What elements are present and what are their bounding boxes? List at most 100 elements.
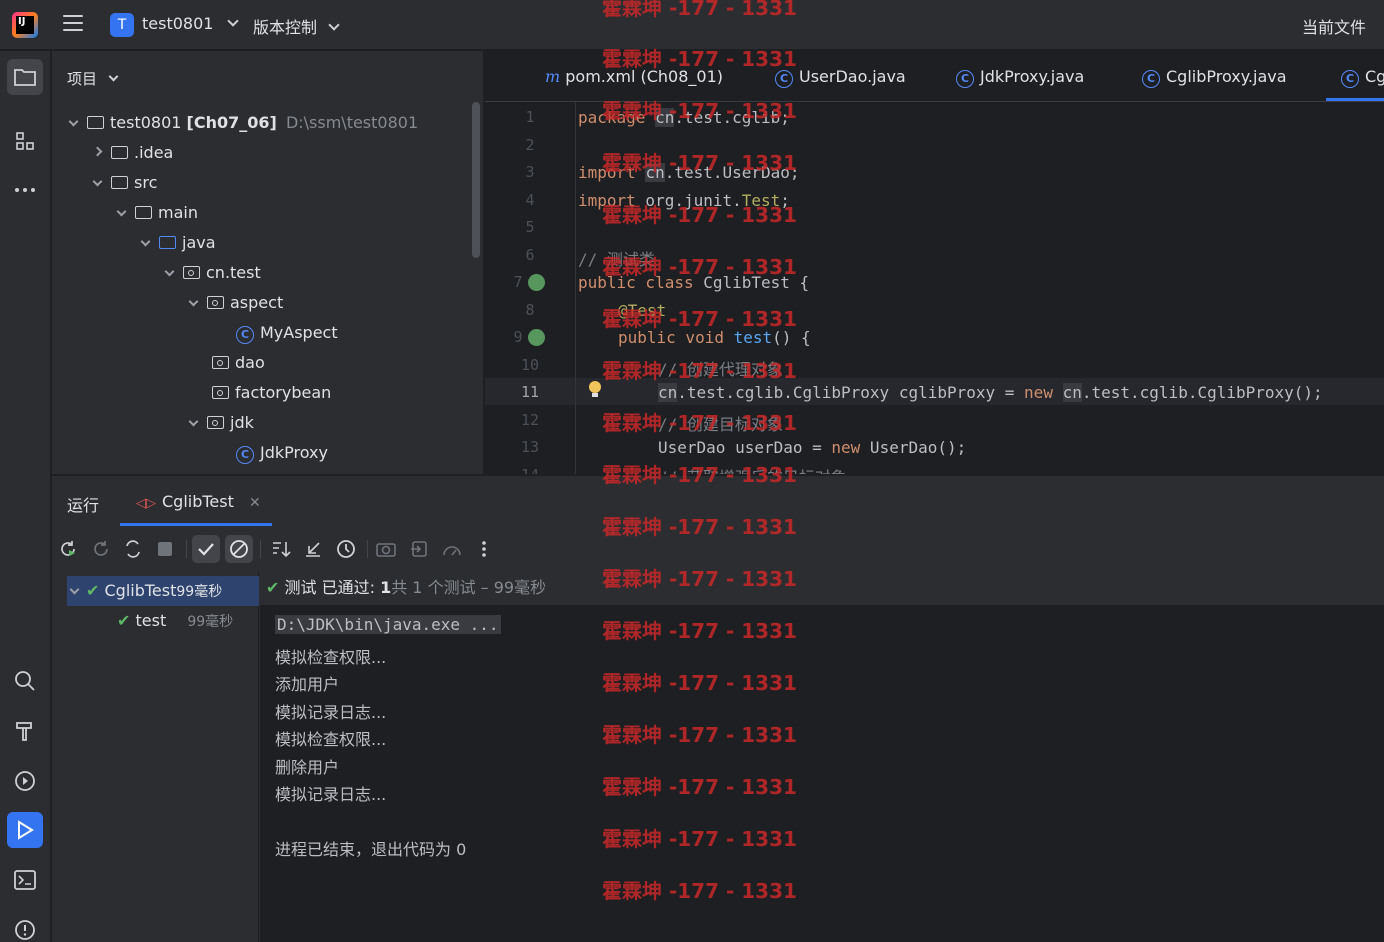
show-ignored-icon[interactable] — [225, 535, 253, 563]
code-line: // 获取增强后的目标对象 — [658, 464, 847, 474]
tree-item-label: JdkProxy — [260, 443, 328, 462]
code-line: @Test — [618, 301, 667, 320]
console-line: 模拟检查权限... — [275, 648, 387, 667]
module-folder-icon — [87, 116, 104, 129]
coverage-gauge-icon[interactable] — [438, 535, 466, 563]
tree-root-project[interactable]: test0801 [Ch07_06] D:\ssm\test0801 — [68, 108, 418, 138]
test-tree-item-cglibtest[interactable]: ✔ CglibTest99毫秒 — [67, 576, 259, 606]
export-icon[interactable] — [405, 535, 433, 563]
passed-check-icon: ✔ — [266, 578, 280, 597]
tab-cglibproxy[interactable]: C CglibProxy.java — [1142, 67, 1287, 88]
tab-label: UserDao.java — [799, 67, 906, 86]
project-panel-header[interactable]: 项目 — [67, 68, 119, 89]
rerun-failed-icon[interactable] — [87, 535, 115, 563]
console-line: 进程已结束，退出代码为 0 — [275, 840, 467, 859]
code-line: // 创建目标对象 — [658, 415, 783, 434]
class-icon: C — [956, 70, 974, 88]
project-switcher[interactable]: test0801 — [142, 14, 239, 33]
services-icon[interactable] — [7, 763, 43, 799]
code-line: cn.test.cglib.CglibProxy cglibProxy = ne… — [658, 383, 1323, 402]
history-clock-icon[interactable] — [332, 535, 360, 563]
line-number: 13 — [520, 438, 540, 456]
junit-icon: ◁▷ — [136, 496, 156, 511]
package-icon — [207, 296, 224, 309]
tab-userdao[interactable]: C UserDao.java — [775, 67, 906, 88]
run-tool-icon[interactable] — [7, 812, 43, 848]
test-name: CglibTest — [104, 581, 177, 600]
tree-item-myaspect[interactable]: C MyAspect — [236, 318, 338, 348]
structure-icon[interactable] — [7, 123, 43, 159]
close-icon[interactable]: ✕ — [249, 495, 261, 511]
test-tree-item-test[interactable]: ✔ test 99毫秒 — [117, 606, 259, 636]
package-icon — [183, 266, 200, 279]
tree-item-label: java — [182, 233, 216, 252]
run-test-method-icon[interactable] — [528, 329, 545, 346]
tree-item-cn-test[interactable]: cn.test — [164, 258, 261, 288]
search-icon[interactable] — [7, 663, 43, 699]
status-count: 1 — [380, 578, 392, 597]
console-line: 模拟记录日志... — [275, 703, 387, 722]
stop-icon[interactable] — [151, 535, 179, 563]
class-icon: C — [236, 446, 254, 464]
test-results-tree: ✔ CglibTest99毫秒 ✔ test 99毫秒 — [52, 571, 259, 942]
intellij-logo-icon[interactable]: IJ — [12, 12, 38, 38]
tree-item-aspect[interactable]: aspect — [188, 288, 283, 318]
problems-icon[interactable] — [7, 912, 43, 942]
tree-item-java[interactable]: java — [140, 228, 216, 258]
editor-tab-bar: m pom.xml (Ch08_01) C UserDao.java C JdkPr… — [485, 51, 1384, 102]
line-number: 5 — [525, 218, 535, 236]
passed-check-icon: ✔ — [117, 611, 131, 630]
tree-item-idea[interactable]: .idea — [92, 138, 173, 168]
tree-item-label: MyAspect — [260, 323, 338, 342]
chevron-down-icon — [226, 15, 239, 27]
code-line: public void test() { — [618, 328, 811, 347]
tab-pom-xml[interactable]: m pom.xml (Ch08_01) — [545, 67, 723, 86]
run-test-class-icon[interactable] — [528, 274, 545, 291]
tree-item-dao[interactable]: dao — [212, 348, 265, 378]
show-passed-icon[interactable] — [192, 535, 220, 563]
line-number: 2 — [525, 136, 535, 154]
tree-item-label: dao — [235, 353, 265, 372]
project-folder-icon[interactable] — [7, 59, 43, 95]
tree-item-jdk[interactable]: jdk — [188, 408, 254, 438]
code-line: package cn.test.cglib; — [578, 108, 790, 127]
maven-icon: m — [545, 67, 561, 86]
line-number: 14 — [485, 466, 575, 474]
more-options-icon[interactable] — [470, 535, 498, 563]
tree-item-src[interactable]: src — [92, 168, 157, 198]
console-output[interactable]: ✔ 测试 已通过: 1共 1 个测试 – 99毫秒 D:\JDK\bin\jav… — [260, 571, 1384, 942]
vcs-menu[interactable]: 版本控制 — [253, 14, 340, 38]
run-config-selector[interactable]: 当前文件 — [1302, 14, 1366, 38]
import-tests-icon[interactable] — [299, 535, 327, 563]
package-icon — [212, 356, 229, 369]
class-icon: C — [1142, 70, 1160, 88]
project-scrollbar[interactable] — [472, 102, 480, 258]
active-run-tab-indicator — [120, 523, 272, 526]
project-badge[interactable]: T — [110, 13, 134, 37]
terminal-icon[interactable] — [7, 862, 43, 898]
tab-jdkproxy[interactable]: C JdkProxy.java — [956, 67, 1084, 88]
run-panel-title: 运行 — [67, 496, 100, 515]
code-editor[interactable]: 1 2 3 4 5 6 7 8 9 10 11 12 13 14 package… — [485, 102, 1384, 474]
chevron-down-icon — [69, 584, 80, 595]
build-hammer-icon[interactable] — [7, 713, 43, 749]
test-name: test — [135, 611, 167, 630]
camera-icon[interactable] — [372, 535, 400, 563]
status-suffix: 共 1 个测试 – 99毫秒 — [391, 578, 547, 597]
sort-icon[interactable] — [267, 535, 295, 563]
test-time: 99毫秒 — [187, 614, 234, 630]
lightbulb-icon[interactable] — [589, 381, 601, 398]
chevron-right-icon — [92, 146, 103, 157]
tree-item-main[interactable]: main — [116, 198, 198, 228]
toggle-auto-test-icon[interactable] — [119, 535, 147, 563]
toolbar-separator — [186, 540, 187, 558]
chevron-down-icon — [92, 176, 103, 187]
tree-item-jdkproxy[interactable]: C JdkProxy — [236, 438, 328, 468]
tab-cglibtest[interactable]: C Cg — [1341, 67, 1384, 88]
rerun-icon[interactable] — [54, 535, 82, 563]
more-tools-icon[interactable] — [7, 172, 43, 208]
tree-item-factorybean[interactable]: factorybean — [212, 378, 331, 408]
run-tab-cglibtest[interactable]: ◁▷ CglibTest ✕ — [136, 492, 261, 511]
main-menu-icon[interactable] — [63, 15, 83, 33]
line-number: 10 — [520, 356, 540, 374]
